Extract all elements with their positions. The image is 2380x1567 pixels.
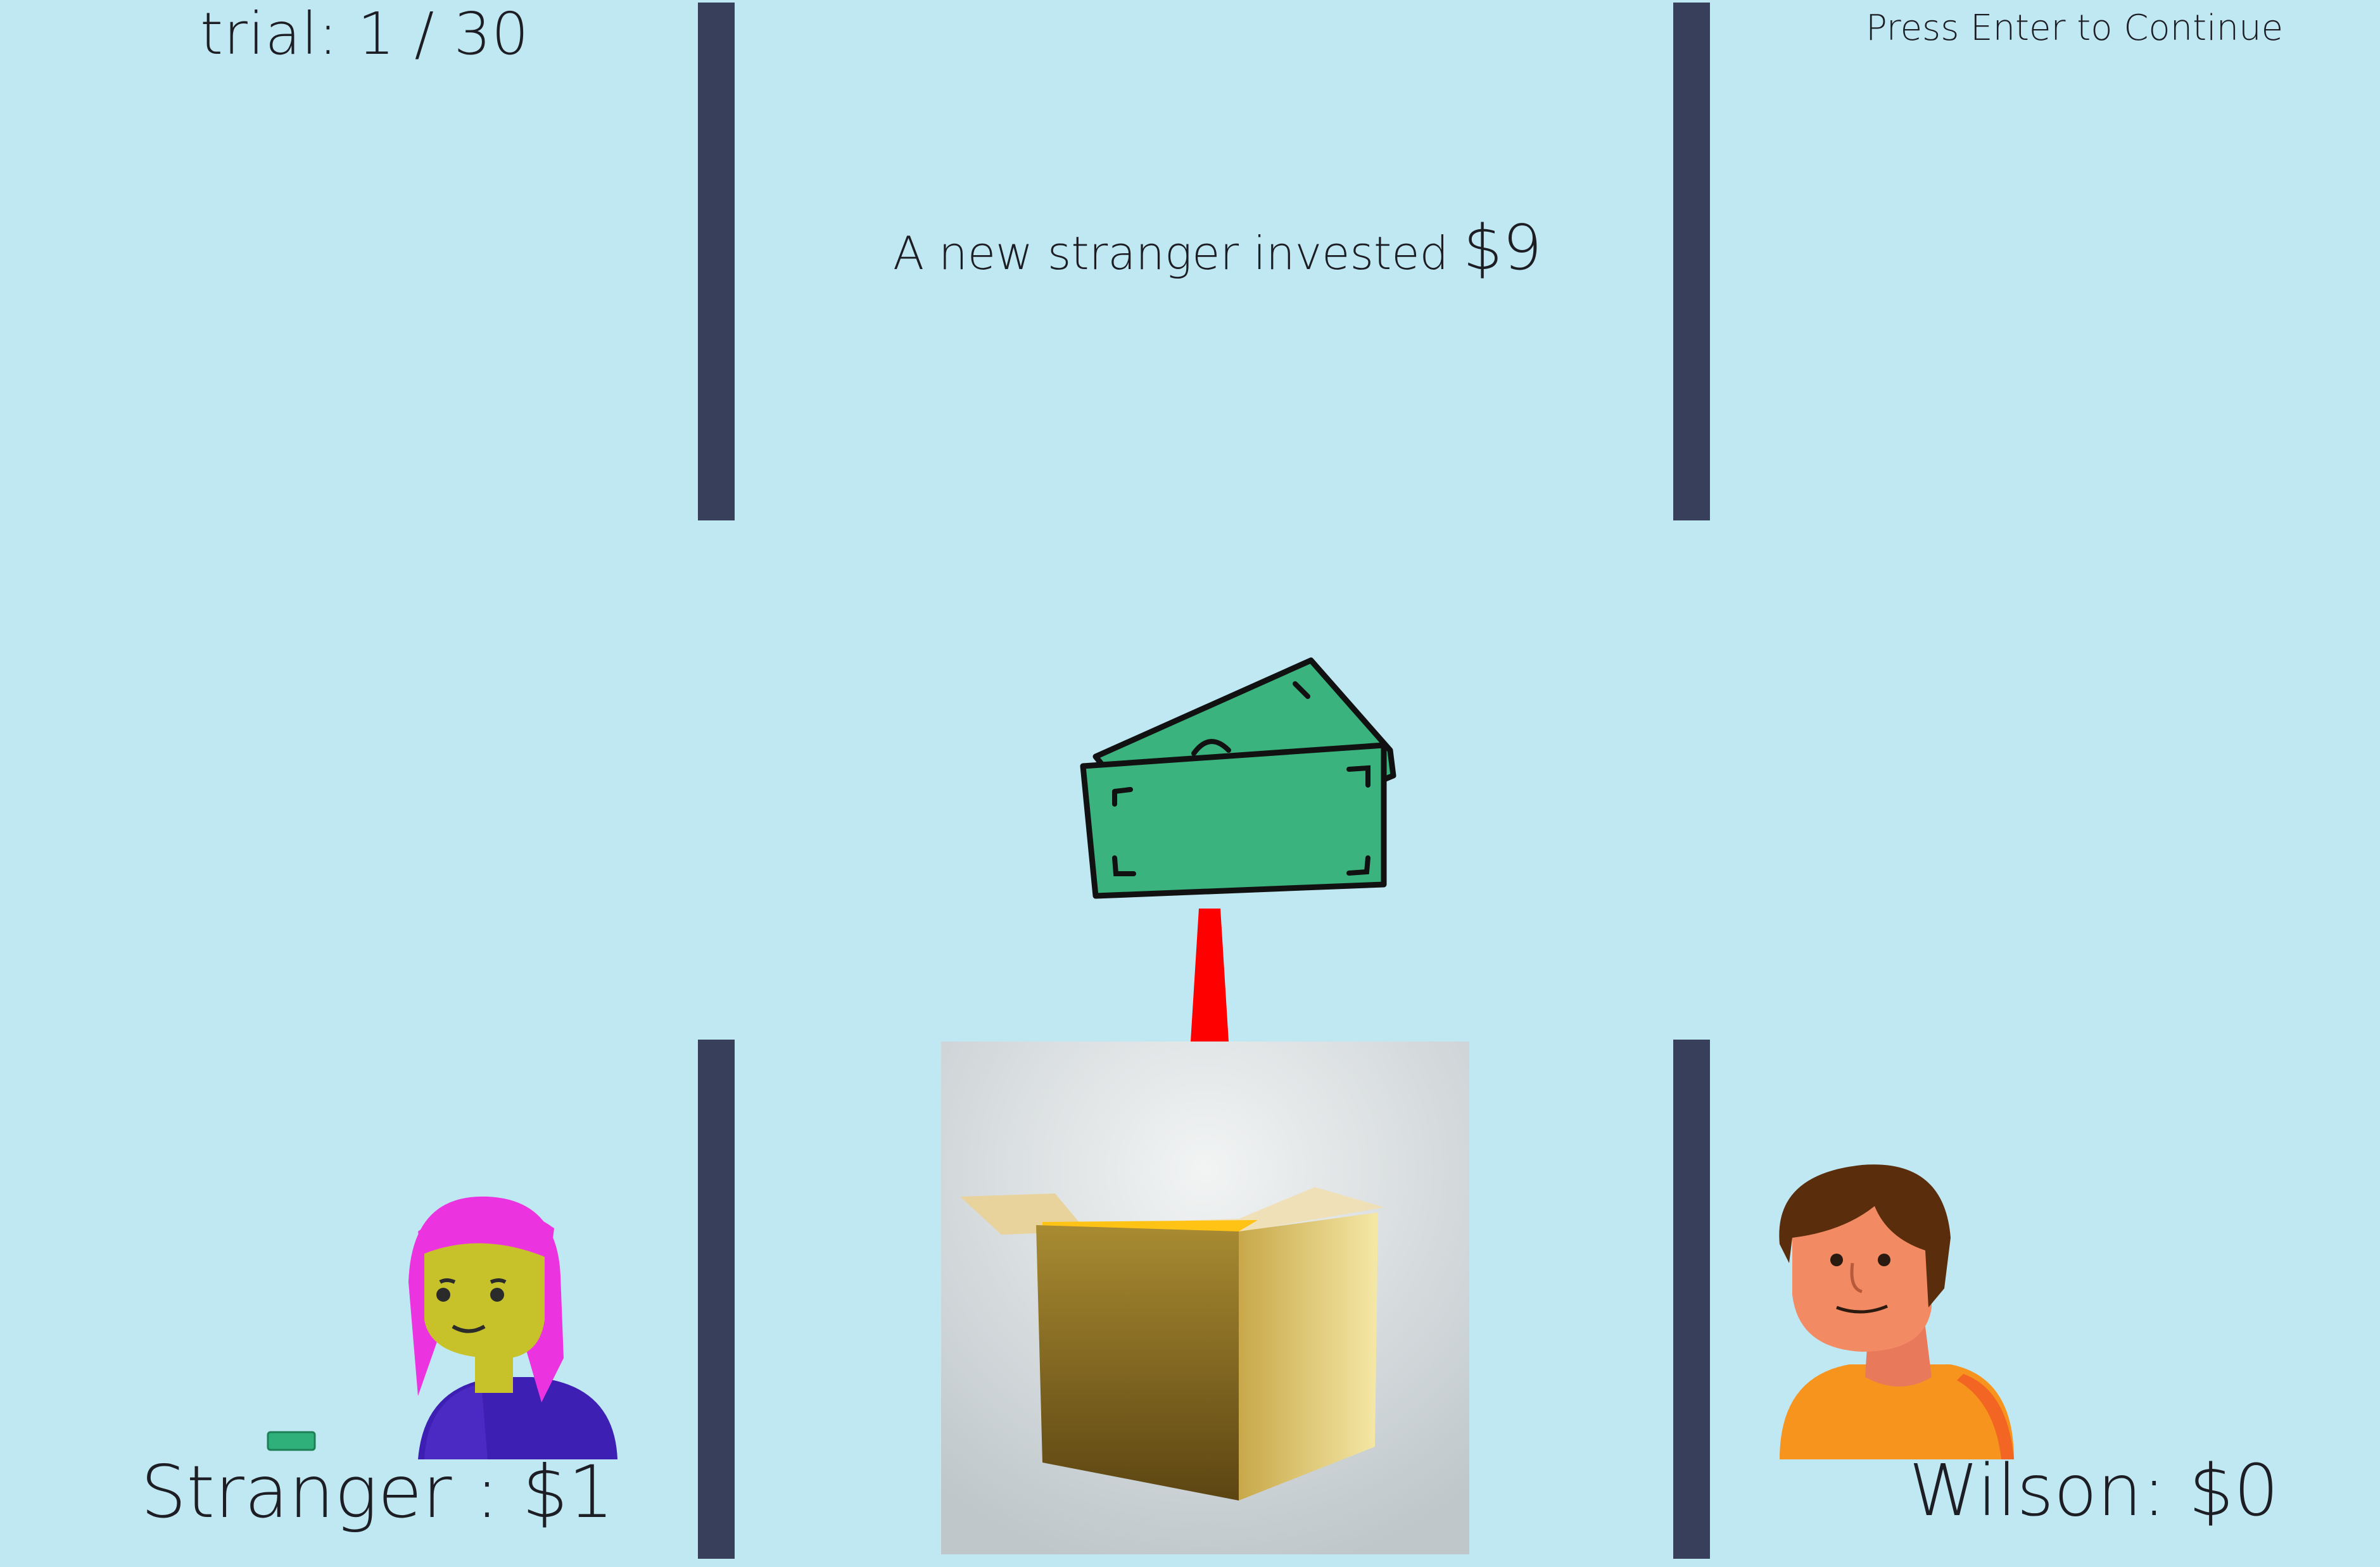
wilson-avatar (1773, 1162, 2020, 1459)
investment-amount: $9 (1463, 212, 1542, 284)
investment-message: A new stranger invested $9 (893, 212, 1542, 284)
stranger-avatar (405, 1193, 621, 1459)
open-box-icon (941, 1042, 1469, 1554)
stranger-balance-label: Stranger : $1 (141, 1450, 614, 1534)
wilson-balance-label: Wilson: $0 (1909, 1450, 2279, 1532)
divider-bottom-right (1673, 1040, 1710, 1559)
trial-counter: trial: 1 / 30 (200, 0, 529, 68)
divider-top-left (698, 3, 735, 520)
small-bill-icon (266, 1430, 317, 1452)
investment-message-text: A new stranger invested (893, 227, 1449, 280)
money-bills-icon (1070, 655, 1400, 902)
continue-instruction: Press Enter to Continue (1866, 8, 2284, 49)
divider-top-right (1673, 3, 1710, 520)
divider-bottom-left (698, 1040, 735, 1559)
